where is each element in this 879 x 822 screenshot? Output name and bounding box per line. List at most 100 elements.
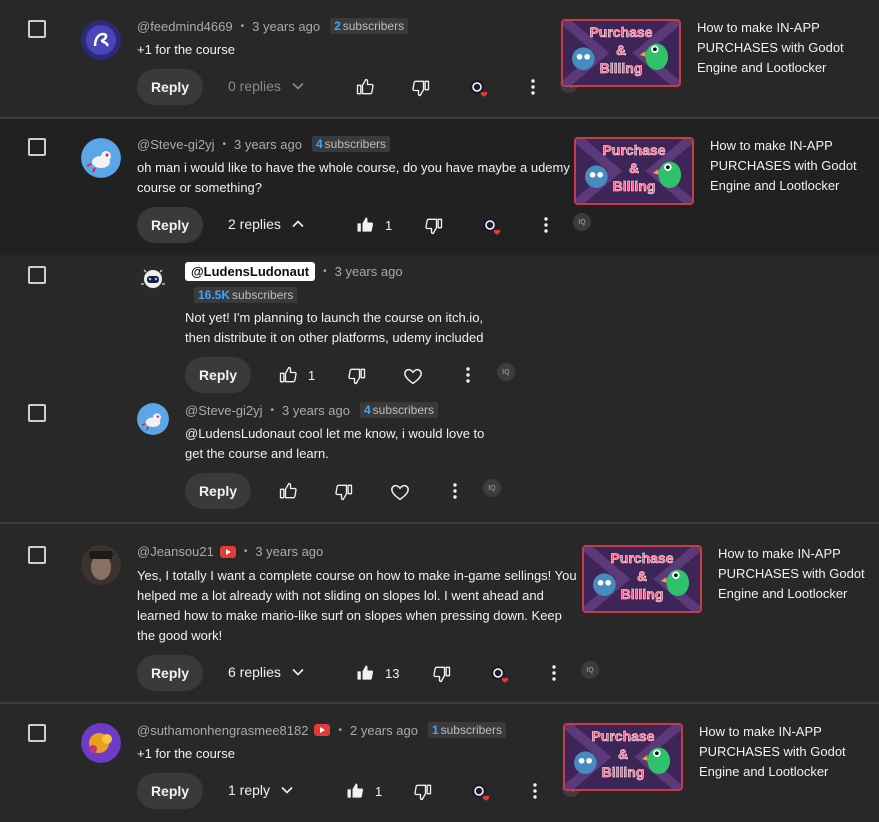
thumb-text: Billing xyxy=(620,586,664,603)
avatar[interactable] xyxy=(81,20,121,60)
replies-toggle[interactable]: 2 replies xyxy=(228,216,305,232)
like-count: 13 xyxy=(385,665,400,681)
like-button[interactable]: 1 xyxy=(345,781,382,801)
reply-button[interactable]: Reply xyxy=(137,207,203,243)
thumb-text: Purchase xyxy=(589,24,653,41)
youtube-badge-icon xyxy=(219,545,236,558)
author-name[interactable]: @feedmind4669 xyxy=(137,19,233,34)
comment-meta: @feedmind4669 • 3 years ago 2 subscribers xyxy=(137,18,409,34)
checkbox-icon[interactable] xyxy=(28,546,46,564)
video-title[interactable]: How to make IN-APP PURCHASES with Godot … xyxy=(710,136,879,196)
like-icon xyxy=(278,481,298,501)
comment-text: +1 for the course xyxy=(137,746,235,761)
reply-button[interactable]: Reply xyxy=(137,655,203,691)
author-name[interactable]: @Jeansou21 xyxy=(137,544,214,559)
replies-toggle[interactable]: 0 replies xyxy=(228,78,305,94)
replies-toggle[interactable]: 1 reply xyxy=(228,782,294,798)
more-icon[interactable] xyxy=(525,77,541,97)
avatar[interactable] xyxy=(137,264,169,296)
comment-thread: @Jeansou21 • 3 years ago Yes, I totally … xyxy=(0,524,879,702)
like-icon xyxy=(355,77,375,97)
author-name[interactable]: @Steve-gi2yj xyxy=(137,137,215,152)
more-icon[interactable] xyxy=(460,365,476,385)
like-button[interactable]: 13 xyxy=(355,663,399,683)
chevron-down-icon xyxy=(280,783,294,797)
like-button[interactable] xyxy=(278,481,298,501)
dislike-icon xyxy=(347,366,367,386)
heart-button[interactable] xyxy=(389,481,411,503)
avatar[interactable] xyxy=(81,723,121,763)
like-button[interactable]: 1 xyxy=(355,215,392,235)
checkbox-icon[interactable] xyxy=(28,138,46,156)
subscriber-badge: 4 subscribers xyxy=(359,402,439,418)
iq-icon[interactable]: IQ xyxy=(497,363,515,381)
reply-button[interactable]: Reply xyxy=(185,473,251,509)
video-thumbnail[interactable]: Purchase & Billing xyxy=(561,19,681,87)
avatar[interactable] xyxy=(81,138,121,178)
chevron-down-icon xyxy=(291,79,305,93)
heart-icon xyxy=(389,481,411,503)
creator-heart-icon xyxy=(470,782,492,804)
avatar[interactable] xyxy=(81,545,121,585)
dislike-icon xyxy=(411,78,431,98)
thumb-text: & xyxy=(628,160,640,177)
comment-meta: @Jeansou21 • 3 years ago xyxy=(137,544,324,559)
more-icon[interactable] xyxy=(538,215,554,235)
video-title[interactable]: How to make IN-APP PURCHASES with Godot … xyxy=(699,722,869,782)
like-icon xyxy=(345,781,365,801)
comment-text: +1 for the course xyxy=(137,42,235,57)
thumb-text: Billing xyxy=(612,178,656,195)
dislike-button[interactable] xyxy=(432,664,452,684)
checkbox-icon[interactable] xyxy=(28,404,46,422)
more-icon[interactable] xyxy=(447,481,463,501)
thumb-text: & xyxy=(636,568,648,585)
timestamp[interactable]: 3 years ago xyxy=(335,264,403,279)
avatar[interactable] xyxy=(137,403,169,435)
replies-toggle[interactable]: 6 replies xyxy=(228,664,305,680)
dislike-icon xyxy=(424,216,444,236)
author-name[interactable]: @suthamonhengrasmee8182 xyxy=(137,723,308,738)
dislike-button[interactable] xyxy=(347,366,367,386)
timestamp[interactable]: 2 years ago xyxy=(350,723,418,738)
like-count: 1 xyxy=(385,217,393,233)
comment-text: @LudensLudonaut cool let me know, i woul… xyxy=(185,426,485,461)
heart-icon xyxy=(402,365,424,387)
video-thumbnail[interactable]: Purchase & Billing xyxy=(563,723,683,791)
timestamp[interactable]: 3 years ago xyxy=(234,137,302,152)
thumb-text: Purchase xyxy=(591,728,655,745)
timestamp[interactable]: 3 years ago xyxy=(255,544,323,559)
checkbox-icon[interactable] xyxy=(28,724,46,742)
thumb-text: Billing xyxy=(601,764,645,781)
more-icon[interactable] xyxy=(546,663,562,683)
timestamp[interactable]: 3 years ago xyxy=(282,403,350,418)
dislike-button[interactable] xyxy=(411,78,431,98)
dislike-button[interactable] xyxy=(413,782,433,802)
timestamp[interactable]: 3 years ago xyxy=(252,19,320,34)
iq-icon[interactable]: IQ xyxy=(483,479,501,497)
iq-icon[interactable]: IQ xyxy=(581,661,599,679)
video-title[interactable]: How to make IN-APP PURCHASES with Godot … xyxy=(697,18,867,78)
checkbox-icon[interactable] xyxy=(28,266,46,284)
like-button[interactable]: 1 xyxy=(278,365,315,385)
creator-heart-icon xyxy=(489,664,511,686)
author-name[interactable]: @Steve-gi2yj xyxy=(185,403,263,418)
subscriber-badge: 4 subscribers xyxy=(311,136,391,152)
dislike-icon xyxy=(432,664,452,684)
dislike-button[interactable] xyxy=(334,482,354,502)
creator-name-chip[interactable]: @LudensLudonaut xyxy=(185,262,316,281)
like-button[interactable] xyxy=(355,77,375,97)
video-title[interactable]: How to make IN-APP PURCHASES with Godot … xyxy=(718,544,879,604)
reply-button[interactable]: Reply xyxy=(137,773,203,809)
more-icon[interactable] xyxy=(527,781,543,801)
video-thumbnail[interactable]: Purchase & Billing xyxy=(574,137,694,205)
reply-button[interactable]: Reply xyxy=(185,357,251,393)
dislike-icon xyxy=(334,482,354,502)
iq-icon[interactable]: IQ xyxy=(573,213,591,231)
dislike-button[interactable] xyxy=(424,216,444,236)
video-thumbnail[interactable]: Purchase & Billing xyxy=(582,545,702,613)
thumb-text: & xyxy=(617,746,629,763)
checkbox-icon[interactable] xyxy=(28,20,46,38)
comment-meta: @LudensLudonaut • 3 years ago xyxy=(185,262,403,281)
reply-button[interactable]: Reply xyxy=(137,69,203,105)
heart-button[interactable] xyxy=(402,365,424,387)
